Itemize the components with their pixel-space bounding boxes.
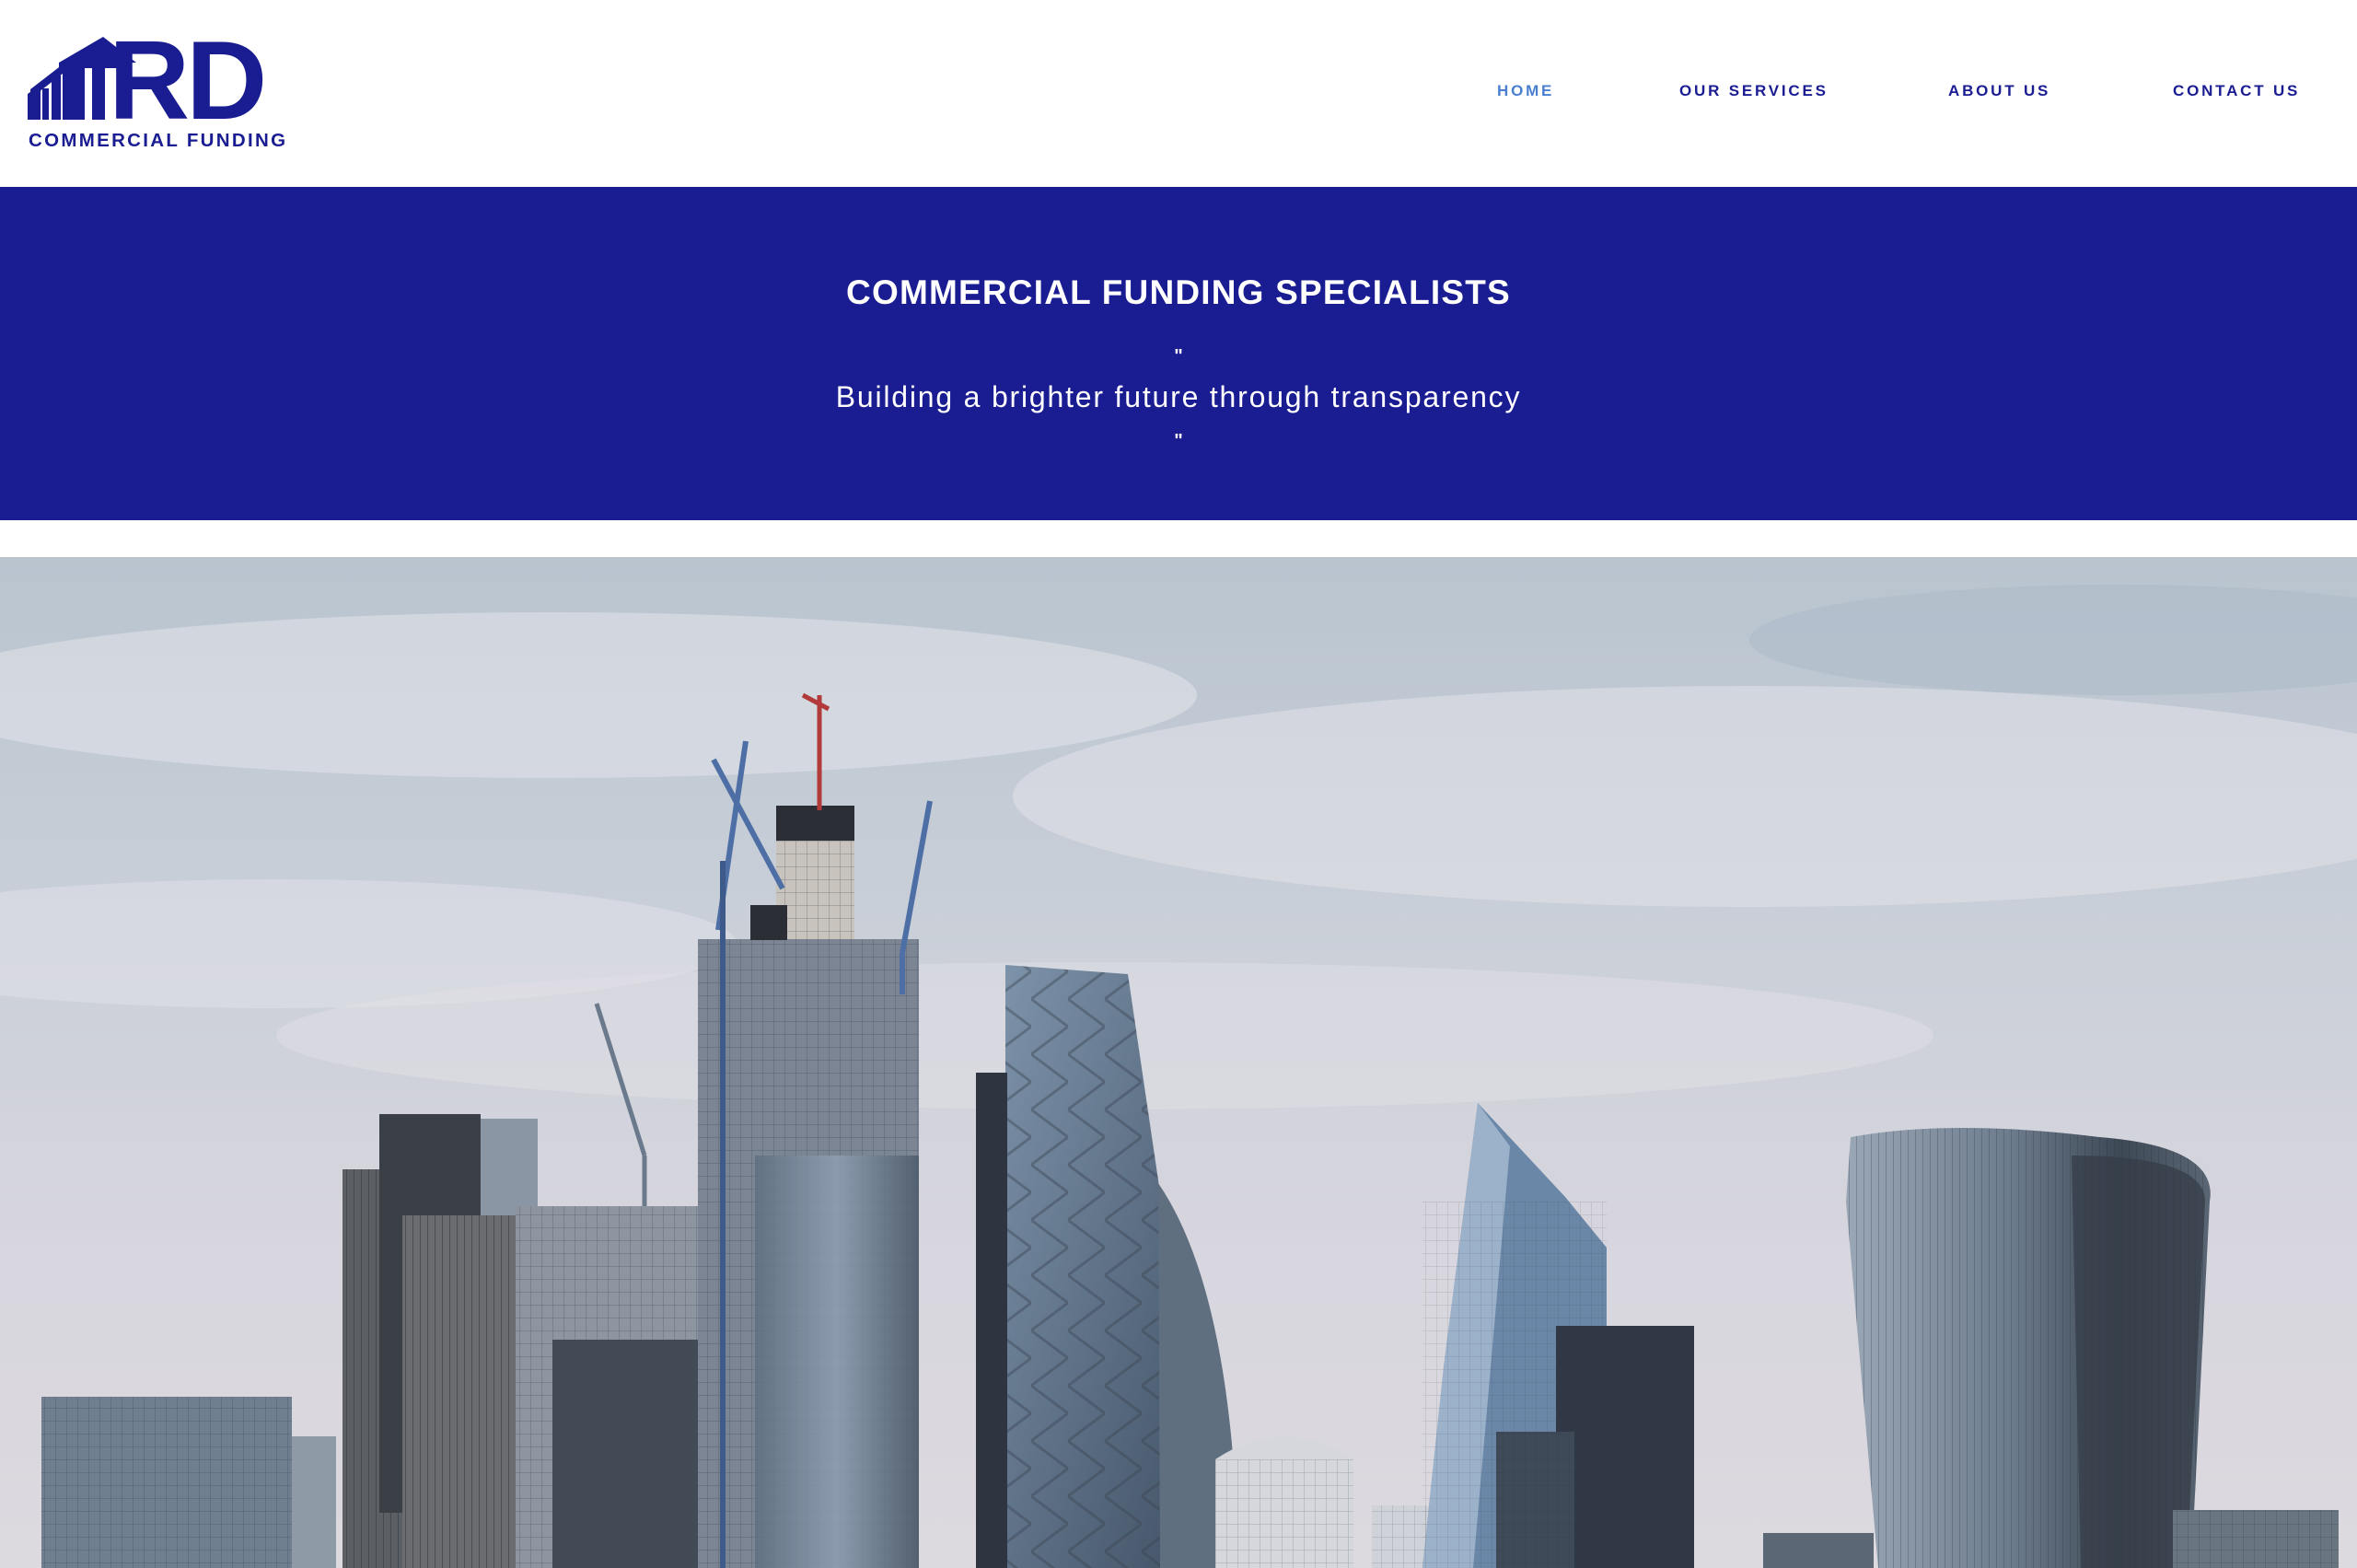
nav-home-link[interactable]: HOME — [1497, 82, 1554, 100]
quote-open-mark: " — [1174, 346, 1183, 366]
banner-tagline: Building a brighter future through trans… — [835, 380, 1522, 413]
skyline-illustration — [0, 557, 2357, 1568]
quote-close-mark: " — [1174, 431, 1183, 451]
rising-bars-house-icon: RD — [28, 28, 267, 129]
nav-contact-us-link[interactable]: CONTACT US — [2173, 82, 2300, 100]
logo-letters: RD — [109, 28, 263, 129]
main-nav: HOME OUR SERVICES ABOUT US CONTACT US — [0, 82, 2357, 100]
nav-our-services-link[interactable]: OUR SERVICES — [1679, 82, 1829, 100]
banner-title: COMMERCIAL FUNDING SPECIALISTS — [846, 273, 1511, 311]
site-header: RD COMMERCIAL FUNDING HOME OUR SERVICES … — [0, 0, 2357, 187]
nav-about-us-link[interactable]: ABOUT US — [1948, 82, 2050, 100]
city-skyline-image — [0, 557, 2357, 1568]
logo-subtitle: COMMERCIAL FUNDING — [29, 130, 288, 151]
hero-banner: COMMERCIAL FUNDING SPECIALISTS " Buildin… — [0, 187, 2357, 520]
